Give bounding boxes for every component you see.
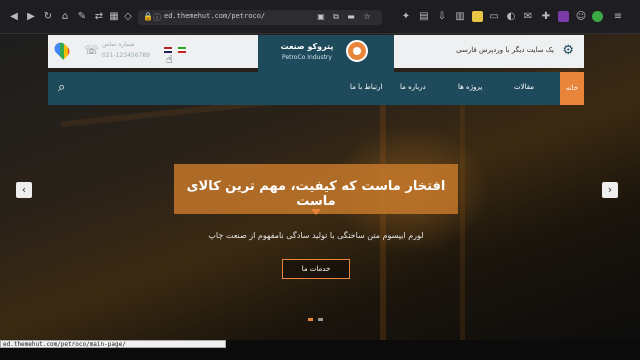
menu-item-home[interactable]: خانه [560, 72, 584, 105]
back-icon[interactable]: ◀ [8, 11, 20, 23]
site-info-icon[interactable]: ⓘ [153, 12, 161, 23]
phone-icon: ☏ [84, 43, 100, 57]
browser-toolbar: ◀ ▶ ↻ ⌂ ✎ ⇄ ▦ ◇ 🔒 ⓘ ed.themehut.com/petr… [0, 0, 640, 34]
services-button[interactable]: خدمات ما [282, 259, 350, 279]
slider-prev-button[interactable]: ‹ [16, 182, 32, 198]
puzzle-icon[interactable]: ✚ [540, 11, 552, 23]
gear-icon: ⚙ [562, 43, 574, 58]
menu-item-articles[interactable]: مقالات [514, 83, 534, 91]
extension-purple-icon[interactable] [558, 11, 569, 22]
site-topbar: ☏ شماره تماس 021-123456789 ☝ پتروکو صنعت… [48, 35, 584, 72]
mouse-cursor-icon: ☝ [166, 53, 173, 66]
menu-item-about[interactable]: درباره ما [400, 83, 426, 91]
mail-icon[interactable]: ✉ [522, 11, 534, 23]
map-pin-icon[interactable] [52, 40, 72, 60]
screenshot-icon[interactable]: ⧉ [331, 12, 341, 22]
slider-dot[interactable] [318, 318, 323, 321]
extensions-icon[interactable]: ✦ [400, 11, 412, 23]
menu-item-projects[interactable]: پروژه ها [458, 83, 482, 91]
address-bar[interactable]: 🔒 ⓘ ed.themehut.com/petroco/ ▣ ⧉ ▬ ☆ [138, 10, 382, 25]
search-icon[interactable]: ⌕ [58, 80, 65, 95]
people-icon[interactable]: ☺ [575, 11, 587, 23]
menu-icon[interactable]: ≡ [612, 11, 624, 23]
hero-title: افتخار ماست که کیفیت، مهم ترین کالای ماس… [186, 179, 446, 209]
status-bar: ed.themehut.com/petroco/main-page/ [0, 340, 226, 348]
brand-name: پتروکو صنعت [280, 42, 334, 51]
address-text[interactable]: ed.themehut.com/petroco/ [164, 12, 265, 20]
home-icon[interactable]: ⌂ [59, 11, 71, 23]
shield-icon[interactable]: ◇ [122, 11, 134, 23]
web-page: ☏ شماره تماس 021-123456789 ☝ پتروکو صنعت… [0, 34, 640, 340]
lock-icon: 🔒 [143, 12, 153, 21]
bookmark-star-icon[interactable]: ☆ [362, 12, 372, 22]
library-icon[interactable]: ▤ [418, 11, 430, 23]
flag-icon[interactable]: ▬ [346, 12, 356, 22]
extension-green-icon[interactable] [592, 11, 603, 22]
gamepad-icon[interactable]: ◐ [505, 11, 517, 23]
reader-icon[interactable]: ▣ [316, 12, 326, 22]
tools-icon[interactable]: ✎ [76, 11, 88, 23]
hero-title-box: افتخار ماست که کیفیت، مهم ترین کالای ماس… [174, 164, 458, 214]
menu-item-contact[interactable]: ارتباط با ما [350, 83, 382, 91]
brand-subtitle: PetroCo Industry [282, 54, 332, 61]
site-logo[interactable]: پتروکو صنعت PetroCo Industry [258, 35, 394, 72]
downloads-icon[interactable]: ⇩ [436, 11, 448, 23]
main-navigation: ⌕ ارتباط با ما درباره ما پروژه ها مقالات… [48, 72, 584, 105]
brand-logo-icon [346, 40, 368, 62]
extension-yellow-icon[interactable] [472, 11, 483, 22]
forward-icon[interactable]: ▶ [25, 11, 37, 23]
sidebar-icon[interactable]: ▥ [454, 11, 466, 23]
slider-dot[interactable] [308, 318, 313, 321]
grid-icon[interactable]: ▦ [108, 11, 120, 23]
picture-icon[interactable]: ▭ [488, 11, 500, 23]
sync-icon[interactable]: ⇄ [93, 11, 105, 23]
phone-number[interactable]: 021-123456789 [102, 52, 150, 59]
flag-iran-icon[interactable] [178, 47, 186, 53]
reload-icon[interactable]: ↻ [42, 11, 54, 23]
bottom-edge [0, 348, 640, 360]
phone-title: شماره تماس [102, 41, 135, 48]
hero-subtitle: لورم ایپسوم متن ساختگی با تولید سادگی نا… [208, 231, 424, 240]
hero-caret-icon [311, 209, 321, 215]
site-tagline: یک سایت دیگر با وردپرس فارسی [456, 46, 554, 54]
slider-next-button[interactable]: › [602, 182, 618, 198]
